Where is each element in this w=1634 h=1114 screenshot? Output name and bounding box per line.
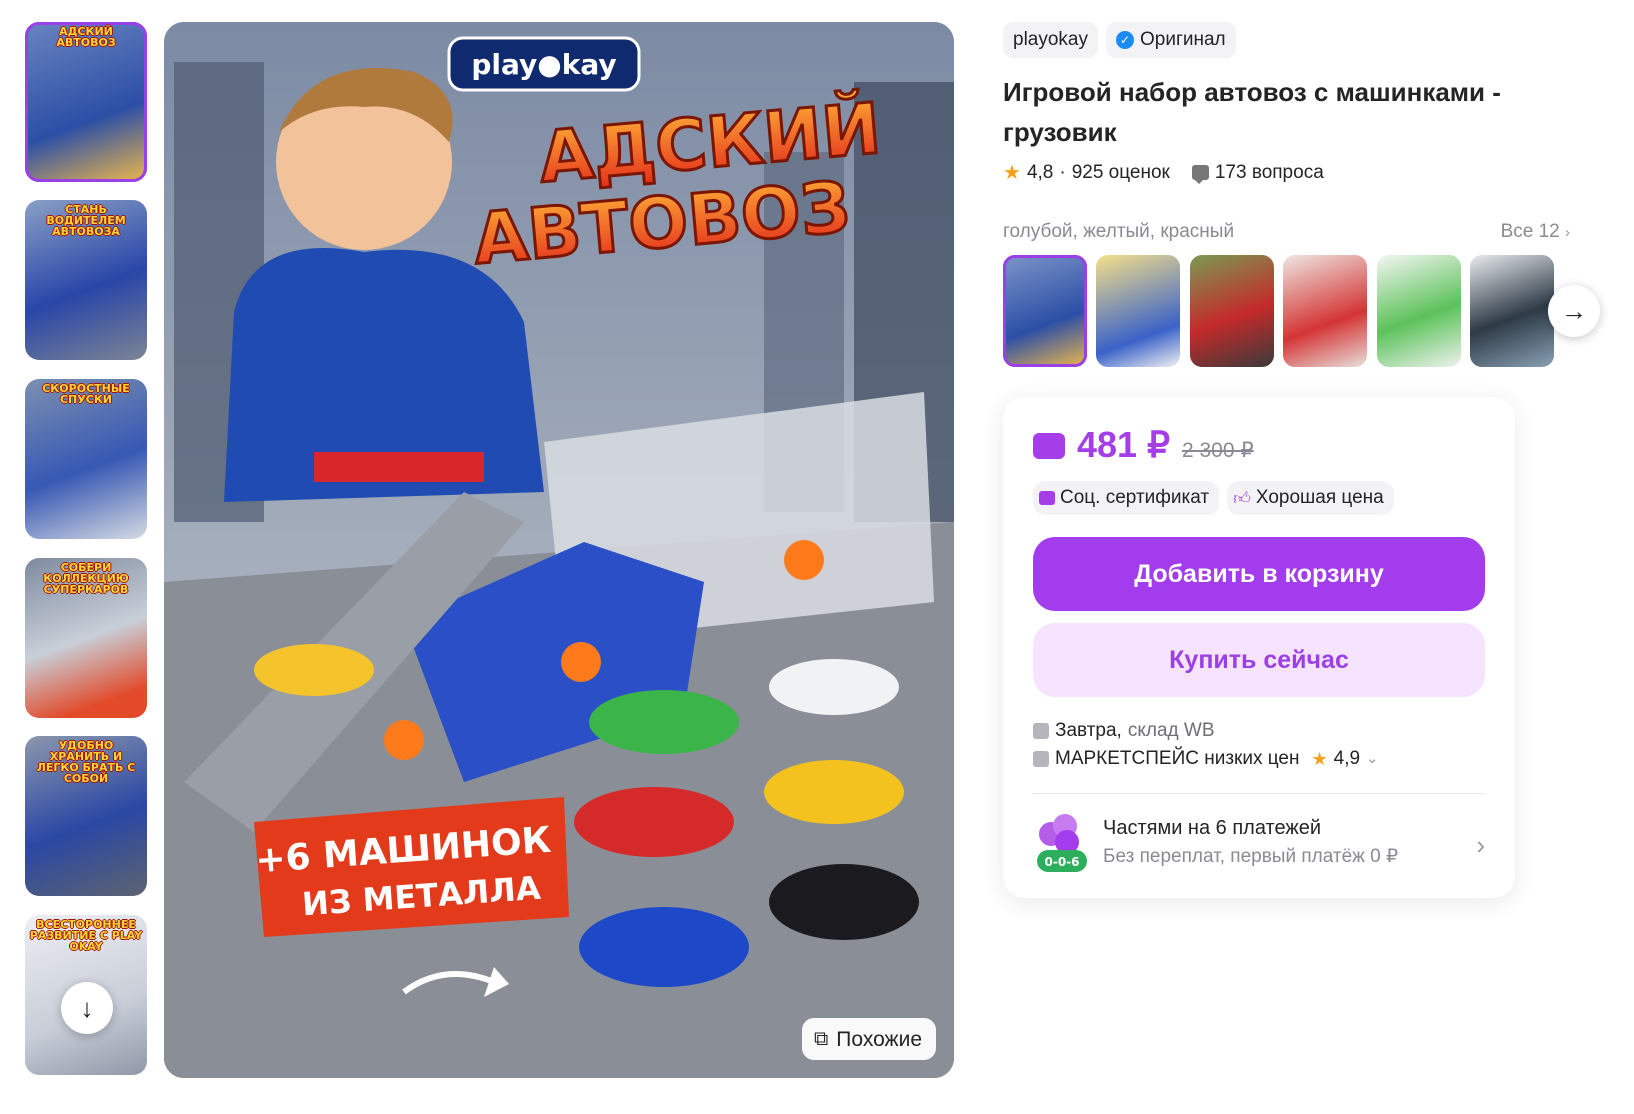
add-to-cart-button[interactable]: Добавить в корзину xyxy=(1033,537,1485,611)
social-certificate-label: Соц. сертификат xyxy=(1060,487,1210,508)
search-similar-icon: ⧉ xyxy=(814,1028,829,1050)
installment-title: Частями на 6 платежей xyxy=(1103,817,1322,839)
installment-subtitle: Без переплат, первый платёж 0 ₽ xyxy=(1103,846,1399,867)
installment-logo-icon: 0-0-6 xyxy=(1033,810,1089,876)
installment-row[interactable]: 0-0-6 Частями на 6 платежей Без переплат… xyxy=(1033,810,1485,876)
all-variants-label: Все 12 xyxy=(1500,221,1560,242)
thumbnail-1[interactable]: Адский автовоз xyxy=(25,22,147,182)
variant-5[interactable] xyxy=(1377,255,1461,367)
thumbnail-caption: Удобно хранить и легко брать с собой xyxy=(36,739,136,785)
variant-3[interactable] xyxy=(1190,255,1274,367)
seller-rating: 4,9 xyxy=(1333,748,1361,769)
arrow-right-icon: → xyxy=(1561,295,1587,326)
buy-card: 481 ₽ 2 300 ₽ Соц. сертификат 👍︎ Хорошая… xyxy=(1003,397,1515,898)
good-price-badge[interactable]: 👍︎ Хорошая цена xyxy=(1227,481,1394,515)
product-title: Игровой набор автовоз с машинками - груз… xyxy=(1003,77,1501,147)
price-row: 481 ₽ 2 300 ₽ xyxy=(1033,427,1485,463)
delivery-row: Завтра, склад WB xyxy=(1033,717,1485,745)
seller-name: МАРКЕТСПЕЙС низких цен xyxy=(1055,748,1300,769)
store-icon xyxy=(1033,751,1049,767)
installment-text: Частями на 6 платежей Без переплат, перв… xyxy=(1103,814,1398,872)
thumbnail-rail: Адский автовоз Стань водителем автовоза … xyxy=(25,22,147,1080)
chevron-right-icon: › xyxy=(1565,224,1570,241)
thumbnail-5[interactable]: Удобно хранить и легко брать с собой xyxy=(25,736,147,896)
similar-label: Похожие xyxy=(836,1027,922,1051)
colors-row: голубой, желтый, красный Все 12 › xyxy=(1003,221,1570,243)
brand-name: playokay xyxy=(1013,29,1088,50)
all-variants-link[interactable]: Все 12 › xyxy=(1501,221,1570,243)
questions-icon xyxy=(1191,165,1209,184)
rating-separator: · xyxy=(1059,161,1066,183)
original-chip[interactable]: ✓ Оригинал xyxy=(1106,22,1236,58)
thumbnail-caption: Стань водителем автовоза xyxy=(46,203,126,238)
current-price: 481 ₽ xyxy=(1077,424,1170,465)
brand-chips: playokay ✓ Оригинал xyxy=(1003,22,1603,58)
variant-4[interactable] xyxy=(1283,255,1367,367)
thumbnail-caption: Адский автовоз xyxy=(56,25,116,49)
thumbnail-3[interactable]: Скоростные спуски xyxy=(25,379,147,539)
thumbnail-2[interactable]: Стань водителем автовоза xyxy=(25,200,147,360)
product-info-panel: playokay ✓ Оригинал Игровой набор автово… xyxy=(1003,22,1603,898)
brand-logo: play●kay xyxy=(471,48,616,81)
thumbnail-4[interactable]: Собери коллекцию суперкаров xyxy=(25,558,147,718)
brand-chip[interactable]: playokay xyxy=(1003,22,1098,58)
rating-row: ★ 4,8 · 925 оценок 173 вопроса xyxy=(1003,160,1603,185)
color-names: голубой, желтый, красный xyxy=(1003,221,1235,242)
certificate-icon xyxy=(1039,491,1055,505)
reviews-link[interactable]: 925 оценок xyxy=(1072,162,1170,184)
wallet-icon xyxy=(1033,433,1065,459)
old-price: 2 300 ₽ xyxy=(1181,439,1254,462)
divider xyxy=(1033,793,1485,794)
thumbnail-caption: Собери коллекцию суперкаров xyxy=(43,561,129,596)
original-label: Оригинал xyxy=(1140,29,1226,50)
arrow-down-icon: ↓ xyxy=(80,992,94,1023)
thumbnail-caption: Всестороннее развитие с play okay xyxy=(29,918,143,953)
questions-link[interactable]: 173 вопроса xyxy=(1215,162,1324,184)
variant-list: → xyxy=(1003,255,1603,367)
scroll-down-button[interactable]: ↓ xyxy=(61,982,113,1034)
main-product-image[interactable]: play●kay АДСКИЙ АВТОВОЗ +6 МАШИНОК ИЗ МЕ… xyxy=(164,22,954,1078)
thumbs-up-icon: 👍︎ xyxy=(1233,488,1251,508)
delivery-warehouse: склад WB xyxy=(1127,720,1215,741)
thumbnail-caption: Скоростные спуски xyxy=(42,382,130,406)
social-certificate-badge[interactable]: Соц. сертификат xyxy=(1033,481,1220,515)
chevron-right-icon: › xyxy=(1476,830,1485,860)
verified-check-icon: ✓ xyxy=(1116,31,1134,49)
chevron-down-icon: ⌄ xyxy=(1366,750,1379,767)
variant-1[interactable] xyxy=(1003,255,1087,367)
price-badges: Соц. сертификат 👍︎ Хорошая цена xyxy=(1033,481,1485,515)
rating-value: 4,8 xyxy=(1026,161,1054,183)
delivery-day: Завтра, xyxy=(1055,720,1122,741)
good-price-label: Хорошая цена xyxy=(1255,487,1384,508)
installment-badge: 0-0-6 xyxy=(1044,855,1079,869)
box-icon xyxy=(1033,723,1049,739)
variant-2[interactable] xyxy=(1096,255,1180,367)
seller-row[interactable]: МАРКЕТСПЕЙС низких цен ★ 4,9 ⌄ xyxy=(1033,745,1485,773)
similar-button[interactable]: ⧉ Похожие xyxy=(802,1018,936,1060)
variant-6[interactable] xyxy=(1470,255,1554,367)
star-icon: ★ xyxy=(1311,749,1328,769)
variants-next-button[interactable]: → xyxy=(1548,285,1600,337)
buy-now-button[interactable]: Купить сейчас xyxy=(1033,623,1485,697)
delivery-info: Завтра, склад WB МАРКЕТСПЕЙС низких цен … xyxy=(1033,717,1485,773)
star-icon: ★ xyxy=(1003,162,1021,184)
product-illustration: play●kay АДСКИЙ АВТОВОЗ +6 МАШИНОК ИЗ МЕ… xyxy=(164,22,954,1078)
